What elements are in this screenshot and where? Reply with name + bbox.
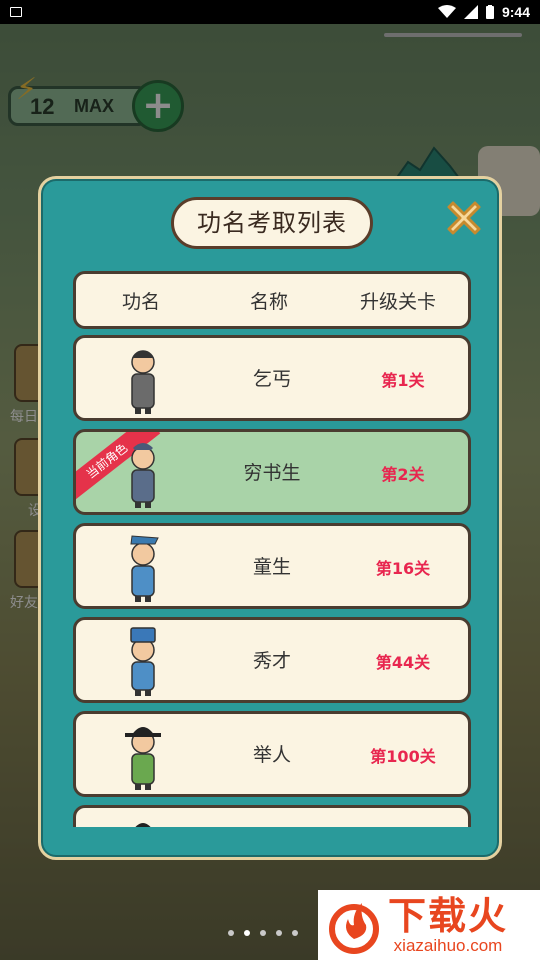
rank-row-xiucai: 秀才 第44关 bbox=[73, 617, 471, 703]
rank-level: 第2关 bbox=[381, 465, 425, 484]
page-dot[interactable] bbox=[260, 930, 266, 936]
rank-row-juren: 举人 第100关 bbox=[73, 711, 471, 797]
column-header-name: 名称 bbox=[250, 290, 289, 313]
page-dot[interactable] bbox=[276, 930, 282, 936]
image-notification-icon bbox=[10, 7, 22, 17]
rank-level: 第16关 bbox=[375, 559, 431, 578]
signal-icon bbox=[463, 5, 478, 19]
juren-avatar-icon bbox=[125, 727, 161, 790]
watermark-chinese: 下载火 bbox=[388, 894, 509, 938]
rank-row-poor-scholar: 当前角色 穷书生 第2关 bbox=[73, 429, 471, 515]
rank-level: 第1关 bbox=[381, 371, 425, 390]
page-dot[interactable] bbox=[292, 930, 298, 936]
rank-row-next-partial bbox=[73, 805, 471, 827]
poor-scholar-avatar-icon bbox=[131, 443, 155, 508]
xiucai-avatar-icon bbox=[130, 627, 156, 696]
tongsheng-avatar-icon bbox=[130, 535, 159, 602]
rank-list[interactable]: 乞丐 第1关 当前角色 穷书生 第2关 童生 第16关 秀才 第44关 举人 第… bbox=[73, 335, 471, 827]
status-time: 9:44 bbox=[501, 4, 530, 20]
status-bar: 9:44 bbox=[0, 0, 540, 24]
battery-icon bbox=[485, 5, 494, 19]
rank-name: 举人 bbox=[252, 744, 291, 766]
rank-name: 穷书生 bbox=[243, 462, 301, 484]
column-header-level: 升级关卡 bbox=[360, 290, 437, 313]
rank-row-tongsheng: 童生 第16关 bbox=[73, 523, 471, 609]
rank-name: 乞丐 bbox=[252, 368, 291, 390]
rank-row-beggar: 乞丐 第1关 bbox=[73, 335, 471, 421]
rank-level: 第44关 bbox=[375, 653, 431, 672]
close-icon bbox=[447, 201, 481, 235]
column-header-rank: 功名 bbox=[122, 290, 161, 313]
watermark: 下载火 xiazaihuo.com bbox=[318, 890, 540, 960]
rank-name: 童生 bbox=[252, 556, 291, 578]
rank-list-modal: 功名考取列表 功名 名称 升级关卡 乞丐 第1关 当前角色 穷书生 第2关 童生… bbox=[38, 176, 502, 860]
page-dot[interactable] bbox=[228, 930, 234, 936]
rank-level: 第100关 bbox=[370, 747, 436, 766]
wifi-icon bbox=[437, 5, 456, 18]
flame-logo-icon bbox=[329, 903, 379, 954]
table-header: 功名 名称 升级关卡 bbox=[73, 271, 471, 329]
next-avatar-icon bbox=[135, 823, 151, 827]
page-indicator bbox=[228, 930, 298, 936]
close-button[interactable] bbox=[441, 195, 487, 241]
page-dot-active[interactable] bbox=[244, 930, 250, 936]
beggar-avatar-icon bbox=[131, 350, 155, 414]
rank-name: 秀才 bbox=[252, 650, 291, 672]
watermark-url: xiazaihuo.com bbox=[393, 936, 503, 955]
modal-title: 功名考取列表 bbox=[171, 197, 373, 249]
